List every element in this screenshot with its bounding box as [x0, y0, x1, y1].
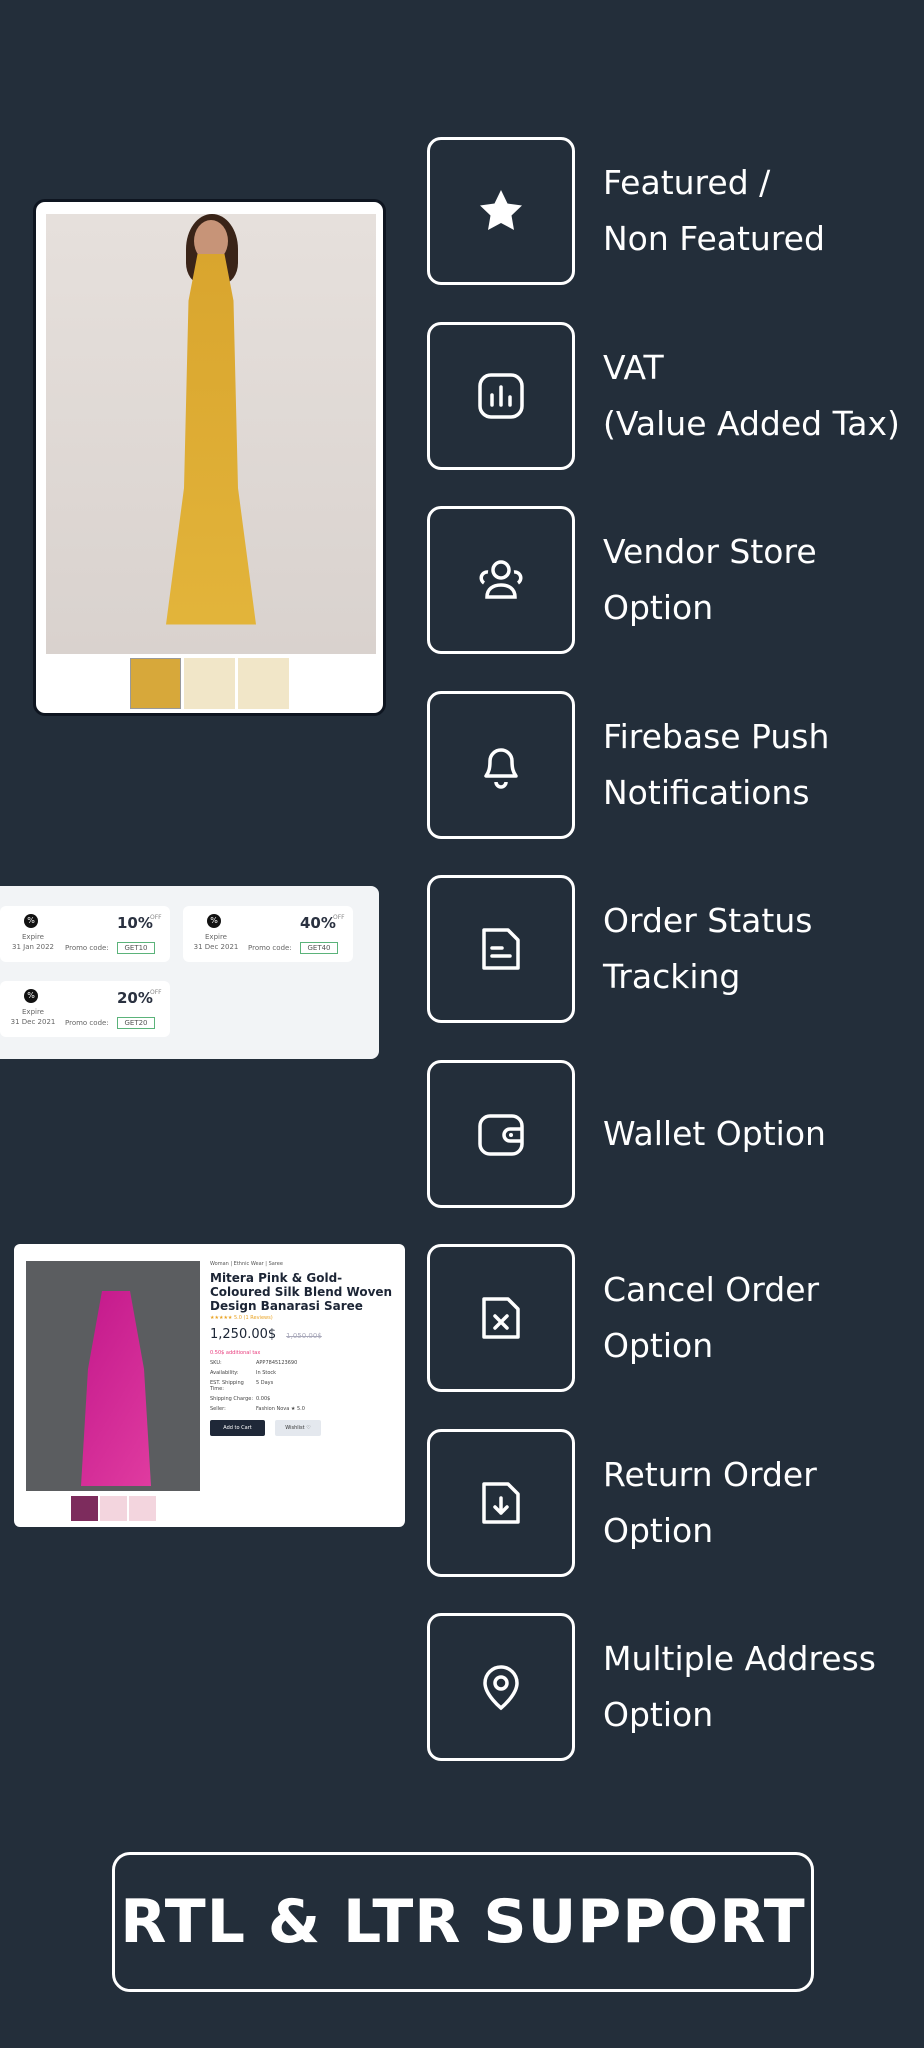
file-cancel-icon: [482, 1297, 520, 1339]
discount-percent: 10%: [117, 914, 153, 932]
feature-icon-box: [427, 137, 575, 285]
promo-code[interactable]: GET20: [117, 1017, 155, 1029]
detail-row: EST. Shipping Time: 5 Days: [210, 1380, 400, 1392]
old-price: 1,050.00$: [286, 1332, 322, 1340]
detail-key: EST. Shipping Time:: [210, 1380, 244, 1392]
coupon-card[interactable]: % Expire 31 Dec 2021 Promo code: 20% OFF …: [0, 981, 170, 1037]
feature-label: Featured / Non Featured: [603, 163, 825, 258]
detail-value: 0.00$: [256, 1396, 271, 1402]
rtl-ltr-support-banner: RTL & LTR SUPPORT: [112, 1852, 814, 1992]
feature-icon-box: [427, 875, 575, 1023]
location-icon: [483, 1665, 519, 1711]
rating: ★★★★★ 5.0 (1 Reviews): [210, 1315, 273, 1321]
wishlist-button[interactable]: Wishlist ♡: [275, 1420, 321, 1436]
off-label: OFF: [333, 914, 345, 921]
detail-row: Seller: Fashion Nova ★ 5.0: [210, 1406, 400, 1412]
discount-badge-icon: %: [24, 914, 38, 928]
discount-percent: 40%: [300, 914, 336, 932]
product-photo: [26, 1261, 200, 1491]
feature-label: Cancel Order Option: [603, 1270, 820, 1365]
detail-value: Fashion Nova ★ 5.0: [256, 1406, 305, 1412]
discount-badge-icon: %: [207, 914, 221, 928]
detail-key: SKU:: [210, 1360, 222, 1366]
coupon-card[interactable]: % Expire 31 Jan 2022 Promo code: 10% OFF …: [0, 906, 170, 962]
bell-icon: [484, 747, 518, 789]
coupon-card[interactable]: % Expire 31 Dec 2021 Promo code: 40% OFF …: [183, 906, 353, 962]
add-to-cart-button[interactable]: Add to Cart: [210, 1420, 265, 1436]
thumbnail-strip: [130, 658, 289, 709]
promo-code[interactable]: GET40: [300, 942, 338, 954]
chart-icon: [478, 372, 524, 419]
thumbnail[interactable]: [130, 658, 181, 709]
detail-row: Availability: In Stock: [210, 1370, 400, 1376]
users-icon: [479, 560, 523, 599]
tax-note: 0.50$ additional tax: [210, 1350, 261, 1356]
feature-icon-box: [427, 321, 575, 470]
feature-label: Order Status Tracking: [603, 901, 813, 996]
feature-icon-box: [427, 1613, 575, 1761]
detail-key: Seller:: [210, 1406, 226, 1412]
promo-label: Promo code:: [65, 1019, 109, 1027]
feature-icon-box: [427, 690, 575, 839]
feature-label: Firebase Push Notifications: [603, 716, 830, 812]
product-photo: [46, 214, 376, 654]
detail-row: SKU: APP7845123690: [210, 1360, 400, 1366]
star-icon: [480, 190, 522, 230]
document-icon: [482, 928, 520, 970]
expire-date: 31 Dec 2021: [193, 943, 239, 951]
feature-label: Wallet Option: [603, 1113, 826, 1153]
detail-key: Shipping Charge:: [210, 1396, 254, 1402]
detail-value: 5 Days: [256, 1380, 274, 1386]
wallet-icon: [478, 1113, 524, 1156]
coupon-panel: % Expire 31 Jan 2022 Promo code: 10% OFF …: [0, 886, 379, 1059]
expire-label: Expire: [22, 1008, 44, 1016]
feature-icon-box: [427, 1244, 575, 1392]
promo-code[interactable]: GET10: [117, 942, 155, 954]
feature-icon-box: [427, 1428, 575, 1577]
thumbnail[interactable]: [238, 658, 289, 709]
product-image-card: [33, 199, 386, 716]
breadcrumb: Woman | Ethnic Wear | Saree: [210, 1261, 283, 1267]
thumbnail[interactable]: [71, 1496, 98, 1521]
feature-label: Return Order Option: [603, 1454, 817, 1550]
promo-label: Promo code:: [65, 944, 109, 952]
feature-label: Multiple Address Option: [603, 1639, 876, 1734]
detail-value: In Stock: [256, 1370, 277, 1376]
off-label: OFF: [150, 914, 162, 921]
price: 1,250.00$: [210, 1327, 277, 1342]
promo-label: Promo code:: [248, 944, 292, 952]
file-download-icon: [482, 1481, 520, 1524]
off-label: OFF: [150, 989, 162, 996]
product-title: Mitera Pink & Gold-Coloured Silk Blend W…: [210, 1271, 393, 1313]
product-detail-card: Woman | Ethnic Wear | Saree Mitera Pink …: [14, 1244, 405, 1527]
feature-icon-box: [427, 1059, 575, 1208]
expire-label: Expire: [205, 933, 227, 941]
thumbnail[interactable]: [184, 658, 235, 709]
detail-value: APP7845123690: [256, 1360, 298, 1366]
expire-label: Expire: [22, 933, 44, 941]
expire-date: 31 Jan 2022: [12, 943, 54, 951]
feature-icon-box: [427, 506, 575, 654]
discount-percent: 20%: [117, 989, 153, 1007]
discount-badge-icon: %: [24, 989, 38, 1003]
expire-date: 31 Dec 2021: [10, 1018, 56, 1026]
feature-label: VAT (Value Added Tax): [603, 347, 900, 443]
thumbnail[interactable]: [100, 1496, 127, 1521]
feature-label: Vendor Store Option: [603, 532, 817, 627]
thumbnail[interactable]: [129, 1496, 156, 1521]
detail-key: Availability:: [210, 1370, 239, 1376]
detail-row: Shipping Charge: 0.00$: [210, 1396, 400, 1402]
